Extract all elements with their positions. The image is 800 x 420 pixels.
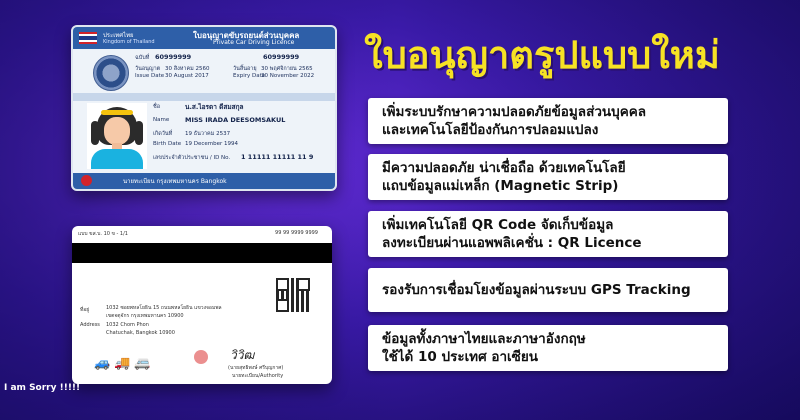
- signer-title: นายทะเบียน/Authority: [232, 373, 284, 379]
- name-label: ชื่อ: [153, 104, 161, 110]
- name-th: น.ส.ไอรดา ดีสมสกุล: [185, 103, 244, 111]
- feature-text: ข้อมูลทั้งภาษาไทยและภาษาอังกฤษ ใช้ได้ 10…: [382, 330, 720, 366]
- license-no-2: 60999999: [263, 53, 300, 61]
- address-en: 1032 Chom Phon: [106, 322, 149, 328]
- watermark-text: I am Sorry !!!!!: [4, 383, 81, 393]
- address-label-th: ที่อยู่: [80, 307, 90, 313]
- form-code: แบบ ขส.บ. 10 ข - 1/1: [78, 231, 128, 237]
- feature-line: และเทคโนโลยีป้องกันการปลอมแปลง: [382, 122, 599, 138]
- id-label: เลขประจำตัวประชาชน / ID No.: [153, 155, 231, 161]
- license-card-front: ประเทศไทย Kingdom of Thailand ใบอนุญาตขั…: [71, 25, 337, 191]
- feature-line: มีความปลอดภัย น่าเชื่อถือ ด้วยเทคโนโลยี: [382, 160, 626, 176]
- feature-line: ข้อมูลทั้งภาษาไทยและภาษาอังกฤษ: [382, 331, 586, 347]
- address-th: 1032 ซอยพหลโยธิน 15 ถนนพหลโยธิน แขวงจอมพ…: [106, 305, 222, 311]
- expiry-date-en: 30 November 2022: [261, 73, 315, 79]
- portrait-photo: [87, 103, 147, 169]
- address-th-2: เขตจตุจักร กรุงเทพมหานคร 10900: [106, 313, 184, 319]
- expiry-date-th: 30 พฤศจิกายน 2565: [261, 66, 313, 72]
- signature: วิวิฒ: [230, 348, 255, 362]
- dob-en: 19 December 1994: [185, 141, 239, 147]
- card-footer-text: นายทะเบียน กรุงเทพมหานคร Bangkok: [123, 178, 227, 185]
- feature-item: ข้อมูลทั้งภาษาไทยและภาษาอังกฤษ ใช้ได้ 10…: [368, 325, 728, 371]
- dob-th: 19 ธันวาคม 2537: [185, 131, 231, 137]
- name-en: MISS IRADA DEESOMSAKUL: [185, 116, 286, 124]
- vehicle-class-icons: 🚙🚚🚐: [94, 356, 155, 371]
- license-no: 60999999: [155, 53, 192, 61]
- page-title: ใบอนุญาตรูปแบบใหม่: [364, 33, 720, 77]
- card-org-en: Kingdom of Thailand: [103, 39, 155, 45]
- feature-line: เพิ่มเทคโนโลยี QR Code จัดเก็บข้อมูล: [382, 217, 614, 233]
- emblem-icon: [93, 55, 129, 91]
- license-card-back: แบบ ขส.บ. 10 ข - 1/1 99 99 9999 9999 ที่…: [72, 226, 332, 384]
- feature-text: เพิ่มเทคโนโลยี QR Code จัดเก็บข้อมูล ลงท…: [382, 216, 720, 252]
- feature-item: รองรับการเชื่อมโยงข้อมูลผ่านระบบ GPS Tra…: [368, 268, 728, 312]
- barcode-number: 99 99 9999 9999: [275, 230, 318, 236]
- feature-item: มีความปลอดภัย น่าเชื่อถือ ด้วยเทคโนโลยี …: [368, 154, 728, 200]
- license-no-label: ฉบับที่: [135, 55, 150, 61]
- feature-line: ลงทะเบียนผ่านแอพพลิเคชั่น : QR Licence: [382, 235, 642, 251]
- feature-text: รองรับการเชื่อมโยงข้อมูลผ่านระบบ GPS Tra…: [382, 281, 720, 299]
- card-footer: นายทะเบียน กรุงเทพมหานคร Bangkok: [73, 173, 335, 189]
- feature-item: เพิ่มเทคโนโลยี QR Code จัดเก็บข้อมูล ลงท…: [368, 211, 728, 257]
- dob-label: เกิดวันที่: [153, 131, 173, 137]
- issue-date-en: 30 August 2017: [165, 73, 209, 79]
- dlt-logo-icon: [81, 175, 92, 186]
- feature-line: เพิ่มระบบรักษาความปลอดภัยข้อมูลส่วนบุคคล: [382, 104, 647, 120]
- feature-text: เพิ่มระบบรักษาความปลอดภัยข้อมูลส่วนบุคคล…: [382, 103, 720, 139]
- issue-label: วันอนุญาต: [135, 66, 161, 72]
- issue-en-label: Issue Date: [135, 73, 165, 79]
- feature-line: ใช้ได้ 10 ประเทศ อาเซียน: [382, 349, 538, 365]
- expiry-label: วันสิ้นอายุ: [233, 66, 257, 72]
- address-label-en: Address: [80, 322, 100, 328]
- feature-line: แถบข้อมูลแม่เหล็ก (Magnetic Strip): [382, 178, 619, 194]
- dob-en-label: Birth Date: [153, 141, 182, 147]
- feature-item: เพิ่มระบบรักษาความปลอดภัยข้อมูลส่วนบุคคล…: [368, 98, 728, 144]
- seal-icon: [194, 350, 208, 364]
- card-title-en: Private Car Driving Licence: [213, 39, 295, 46]
- signer-name: (นายสุทธิพงษ์ ศรีบุญกาศ): [228, 365, 284, 371]
- feature-text: มีความปลอดภัย น่าเชื่อถือ ด้วยเทคโนโลยี …: [382, 159, 720, 195]
- issue-date-th: 30 สิงหาคม 2560: [165, 66, 210, 72]
- card-header: ประเทศไทย Kingdom of Thailand ใบอนุญาตขั…: [73, 27, 335, 49]
- address-en-2: Chatuchak, Bangkok 10900: [106, 330, 175, 336]
- feature-line: รองรับการเชื่อมโยงข้อมูลผ่านระบบ GPS Tra…: [382, 282, 691, 298]
- id-number: 1 11111 11111 11 9: [241, 153, 314, 161]
- qr-code-icon: [276, 278, 310, 312]
- name-en-label: Name: [153, 117, 170, 123]
- thai-flag-icon: [79, 32, 97, 44]
- card-band: [73, 93, 335, 101]
- magnetic-strip: [72, 243, 332, 263]
